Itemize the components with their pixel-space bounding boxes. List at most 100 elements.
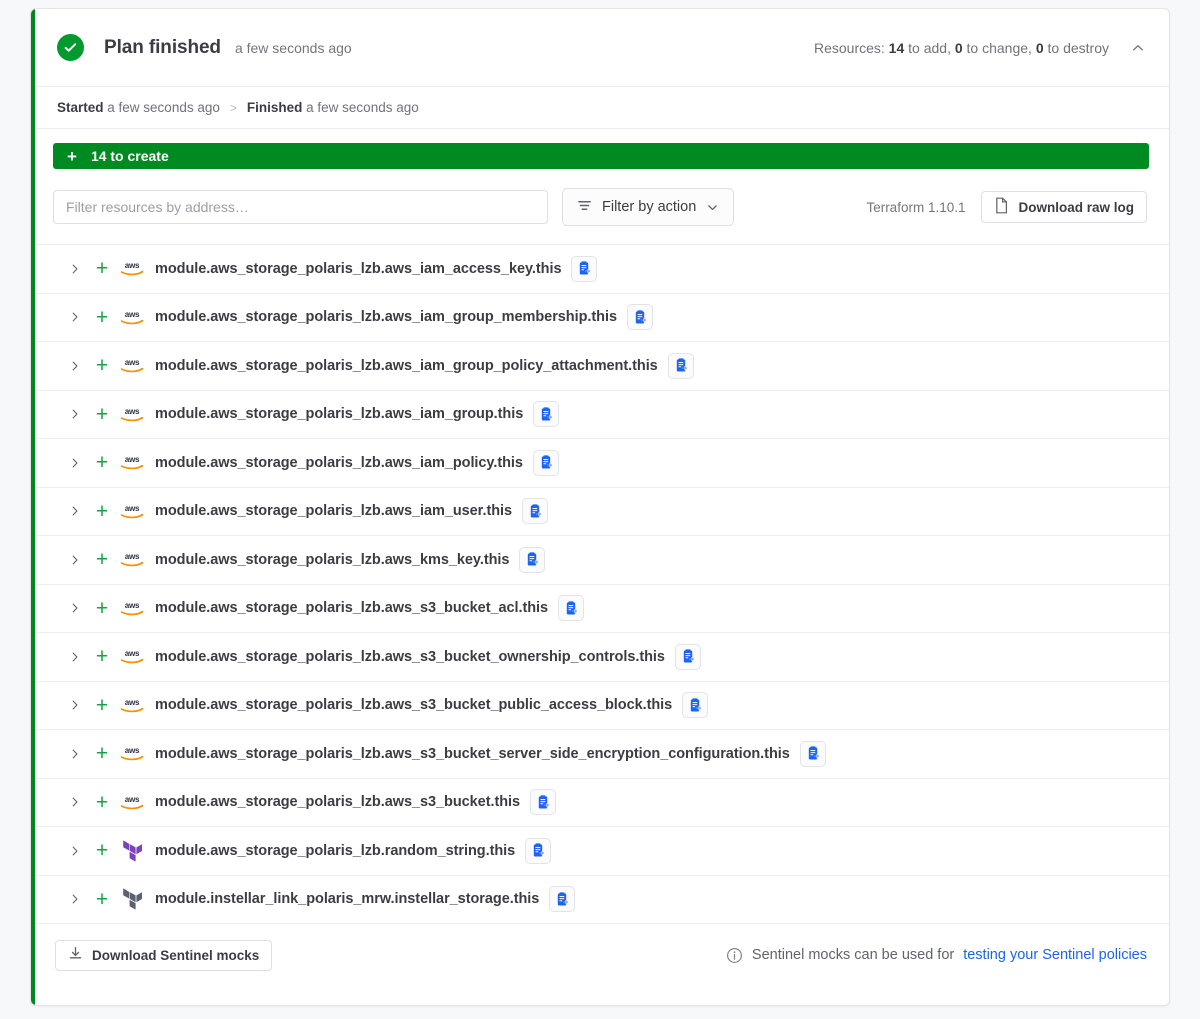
copy-to-clipboard-icon[interactable] bbox=[533, 401, 560, 428]
resource-address: module.aws_storage_polaris_lzb.aws_s3_bu… bbox=[155, 600, 549, 617]
table-row[interactable]: + aws module.aws_storage_polaris_lzb.aws_s… bbox=[31, 633, 1169, 682]
table-row[interactable]: + aws module.aws_storage_polaris_lzb.aws_i… bbox=[31, 294, 1169, 342]
copy-to-clipboard-icon[interactable] bbox=[549, 886, 576, 913]
create-plus-icon: + bbox=[95, 354, 109, 378]
resources-to-add-count: 14 bbox=[888, 39, 905, 56]
svg-text:aws: aws bbox=[125, 504, 140, 513]
copy-to-clipboard-icon[interactable] bbox=[525, 837, 552, 864]
testing-sentinel-policies-link[interactable]: testing your Sentinel policies bbox=[963, 947, 1147, 963]
create-plus-icon: + bbox=[95, 839, 109, 863]
download-raw-log-button[interactable]: Download raw log bbox=[981, 191, 1147, 223]
chevron-right-icon[interactable] bbox=[69, 699, 87, 711]
chevron-right-icon[interactable] bbox=[69, 748, 87, 760]
chevron-right-icon[interactable] bbox=[69, 311, 87, 323]
create-plus-icon: + bbox=[95, 548, 109, 572]
table-row[interactable]: + aws module.aws_storage_polaris_lzb.aws_i… bbox=[31, 439, 1169, 488]
filter-resources-input[interactable] bbox=[53, 190, 548, 224]
copy-to-clipboard-icon[interactable] bbox=[674, 643, 701, 670]
table-row[interactable]: + aws module.aws_storage_polaris_lzb.aws_i… bbox=[31, 245, 1169, 294]
copy-to-clipboard-icon[interactable] bbox=[626, 304, 653, 331]
table-row[interactable]: + aws module.aws_storage_polaris_lzb.aws_s… bbox=[31, 779, 1169, 827]
create-plus-icon: + bbox=[95, 402, 109, 426]
create-plus-icon: + bbox=[95, 742, 109, 766]
copy-to-clipboard-icon[interactable] bbox=[571, 255, 598, 282]
copy-to-clipboard-icon[interactable] bbox=[799, 740, 826, 767]
resource-address: module.aws_storage_polaris_lzb.aws_iam_a… bbox=[155, 260, 562, 277]
table-row[interactable]: + aws module.aws_storage_polaris_lzb.aws_s… bbox=[31, 585, 1169, 633]
table-row[interactable]: + module.aws_storage_polaris_lzb.random_s… bbox=[31, 827, 1169, 876]
copy-to-clipboard-icon[interactable] bbox=[667, 352, 694, 379]
card-footer: Download Sentinel mocks Sentinel mocks c… bbox=[31, 924, 1169, 986]
chevron-right-icon[interactable] bbox=[69, 360, 87, 372]
filter-by-action-button[interactable]: Filter by action bbox=[562, 188, 735, 226]
chevron-right-icon[interactable] bbox=[69, 263, 87, 275]
resources-to-change-label: to change, bbox=[966, 39, 1032, 56]
timeline-finished-value: a few seconds ago bbox=[306, 100, 419, 115]
status-accent-bar bbox=[31, 9, 35, 1005]
create-plus-icon: + bbox=[95, 451, 109, 475]
aws-logo-icon: aws bbox=[117, 454, 147, 471]
resource-address: module.aws_storage_polaris_lzb.aws_iam_g… bbox=[155, 309, 617, 326]
resources-to-add-label: to add, bbox=[908, 39, 951, 56]
table-row[interactable]: + aws module.aws_storage_polaris_lzb.aws_k… bbox=[31, 536, 1169, 585]
timeline-separator: > bbox=[229, 100, 237, 115]
svg-text:aws: aws bbox=[125, 698, 140, 707]
aws-logo-icon: aws bbox=[117, 503, 147, 520]
copy-to-clipboard-icon[interactable] bbox=[532, 449, 559, 476]
table-row[interactable]: + aws module.aws_storage_polaris_lzb.aws_i… bbox=[31, 391, 1169, 439]
terraform-version-label: Terraform 1.10.1 bbox=[866, 199, 966, 215]
download-raw-log-label: Download raw log bbox=[1018, 199, 1134, 215]
plus-icon: + bbox=[67, 146, 77, 166]
timeline-started-label: Started bbox=[57, 100, 104, 115]
chevron-right-icon[interactable] bbox=[69, 602, 87, 614]
resource-address: module.aws_storage_polaris_lzb.aws_s3_bu… bbox=[155, 697, 673, 714]
toolbar-right-group: Terraform 1.10.1 Download raw log bbox=[866, 191, 1147, 223]
check-circle-icon bbox=[57, 34, 84, 61]
table-row[interactable]: + aws module.aws_storage_polaris_lzb.aws_s… bbox=[31, 682, 1169, 730]
chevron-right-icon[interactable] bbox=[69, 796, 87, 808]
download-sentinel-mocks-button[interactable]: Download Sentinel mocks bbox=[55, 939, 273, 971]
to-create-bar[interactable]: + 14 to create bbox=[53, 143, 1149, 169]
page-title: Plan finished bbox=[104, 36, 221, 58]
resources-summary: Resources: 14 to add, 0 to change, 0 to … bbox=[814, 40, 1109, 56]
chevron-right-icon[interactable] bbox=[69, 408, 87, 420]
download-icon bbox=[68, 946, 83, 964]
svg-text:aws: aws bbox=[125, 552, 140, 561]
copy-to-clipboard-icon[interactable] bbox=[519, 546, 546, 573]
chevron-right-icon[interactable] bbox=[69, 893, 87, 905]
resource-address: module.instellar_link_polaris_mrw.instel… bbox=[155, 891, 540, 908]
aws-logo-icon: aws bbox=[117, 794, 147, 811]
resources-to-change-count: 0 bbox=[954, 39, 963, 56]
create-bar-wrapper: + 14 to create bbox=[31, 129, 1169, 181]
svg-text:aws: aws bbox=[125, 261, 140, 270]
chevron-up-icon[interactable] bbox=[1129, 39, 1147, 57]
chevron-right-icon[interactable] bbox=[69, 845, 87, 857]
table-row[interactable]: + aws module.aws_storage_polaris_lzb.aws_s… bbox=[31, 730, 1169, 779]
create-plus-icon: + bbox=[95, 596, 109, 620]
aws-logo-icon: aws bbox=[117, 406, 147, 423]
table-row[interactable]: + aws module.aws_storage_polaris_lzb.aws_i… bbox=[31, 488, 1169, 536]
aws-logo-icon: aws bbox=[117, 600, 147, 617]
resource-address: module.aws_storage_polaris_lzb.aws_s3_bu… bbox=[155, 745, 790, 762]
aws-logo-icon: aws bbox=[117, 745, 147, 762]
resource-address: module.aws_storage_polaris_lzb.aws_iam_g… bbox=[155, 406, 524, 423]
table-row[interactable]: + module.instellar_link_polaris_mrw.inste… bbox=[31, 876, 1169, 924]
copy-to-clipboard-icon[interactable] bbox=[522, 498, 549, 525]
filter-by-action-label: Filter by action bbox=[602, 199, 697, 215]
svg-text:aws: aws bbox=[125, 358, 140, 367]
chevron-right-icon[interactable] bbox=[69, 457, 87, 469]
copy-to-clipboard-icon[interactable] bbox=[530, 789, 557, 816]
chevron-right-icon[interactable] bbox=[69, 651, 87, 663]
aws-logo-icon: aws bbox=[117, 697, 147, 714]
aws-logo-icon: aws bbox=[117, 648, 147, 665]
chevron-right-icon[interactable] bbox=[69, 554, 87, 566]
chevron-right-icon[interactable] bbox=[69, 505, 87, 517]
svg-text:aws: aws bbox=[125, 455, 140, 464]
plan-result-card: Plan finished a few seconds ago Resource… bbox=[30, 8, 1170, 1006]
svg-text:aws: aws bbox=[125, 795, 140, 804]
table-row[interactable]: + aws module.aws_storage_polaris_lzb.aws_i… bbox=[31, 342, 1169, 391]
timeline-started-value: a few seconds ago bbox=[107, 100, 220, 115]
copy-to-clipboard-icon[interactable] bbox=[682, 692, 709, 719]
copy-to-clipboard-icon[interactable] bbox=[558, 595, 585, 622]
resource-address: module.aws_storage_polaris_lzb.random_st… bbox=[155, 842, 516, 859]
